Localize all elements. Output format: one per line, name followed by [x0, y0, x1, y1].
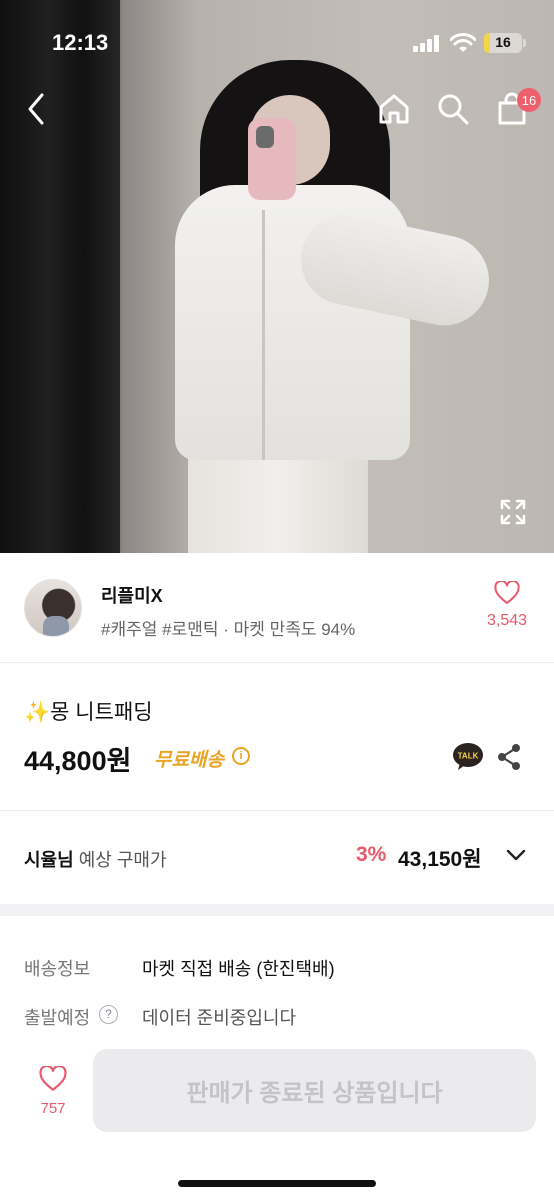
free-shipping-badge: 무료배송: [154, 750, 224, 771]
heart-icon: [494, 579, 520, 604]
departure-value: 데이터 준비중입니다: [142, 1008, 297, 1028]
shipping-info-label: 배송정보: [24, 959, 91, 979]
seller-name[interactable]: 리플미X: [101, 582, 163, 608]
product-photo[interactable]: [0, 0, 554, 553]
search-button[interactable]: [433, 89, 473, 129]
home-icon: [379, 94, 409, 124]
seller-avatar[interactable]: [24, 579, 82, 637]
discount-rate: 3%: [356, 843, 387, 866]
expected-price: 43,150원: [398, 848, 482, 871]
battery-level: 16: [495, 34, 511, 50]
expected-price-label: 시율님 예상 구매가: [24, 846, 167, 872]
info-icon[interactable]: i: [232, 747, 250, 765]
home-indicator[interactable]: [178, 1180, 376, 1187]
chevron-left-icon: [28, 93, 44, 125]
expected-price-caption: 예상 구매가: [78, 850, 167, 870]
seller-section[interactable]: 리플미X #캐주얼 #로맨틱 · 마켓 만족도 94% 3,543: [0, 553, 554, 663]
back-button[interactable]: [16, 89, 56, 129]
product-price: 44,800원: [24, 746, 132, 776]
photo-zipper: [262, 210, 265, 460]
search-icon: [438, 94, 469, 125]
talk-label: TALK: [458, 752, 479, 761]
wish-button[interactable]: 757: [30, 1064, 76, 1117]
fullscreen-expand-icon[interactable]: [499, 498, 527, 526]
share-icon[interactable]: [496, 743, 522, 771]
sparkle-icon: ✨: [24, 701, 51, 724]
seller-like-button[interactable]: 3,543: [482, 579, 532, 630]
product-info: ✨몽 니트패딩 44,800원 무료배송 i TALK: [0, 663, 554, 811]
cellular-signal-icon: [413, 34, 443, 52]
battery-tip: [523, 39, 526, 47]
cart-count-badge: 16: [517, 88, 541, 112]
photo-phone: [248, 118, 296, 200]
seller-meta: #캐주얼 #로맨틱 · 마켓 만족도 94%: [101, 620, 356, 639]
user-name: 시율님: [24, 850, 74, 870]
sold-out-button[interactable]: 판매가 종료된 상품입니다: [93, 1049, 536, 1132]
status-time: 12:13: [52, 30, 109, 55]
expected-price-row[interactable]: 시율님 예상 구매가 3% 43,150원: [0, 811, 554, 904]
wish-count: 757: [40, 1100, 66, 1117]
chevron-down-icon[interactable]: [505, 844, 527, 866]
battery-icon: 16: [484, 33, 522, 53]
seller-like-count: 3,543: [486, 612, 528, 629]
section-divider: [0, 904, 554, 916]
kakao-talk-icon[interactable]: TALK: [452, 741, 484, 773]
shipping-info-value: 마켓 직접 배송 (한진택배): [142, 959, 335, 979]
heart-icon: [39, 1064, 67, 1091]
product-title: ✨몽 니트패딩: [24, 696, 153, 726]
question-icon[interactable]: ?: [99, 1005, 118, 1024]
photo-curtain: [0, 0, 120, 553]
product-title-text: 몽 니트패딩: [50, 701, 153, 724]
home-button[interactable]: [374, 89, 414, 129]
departure-label: 출발예정: [24, 1008, 91, 1028]
wifi-icon: [450, 33, 476, 52]
